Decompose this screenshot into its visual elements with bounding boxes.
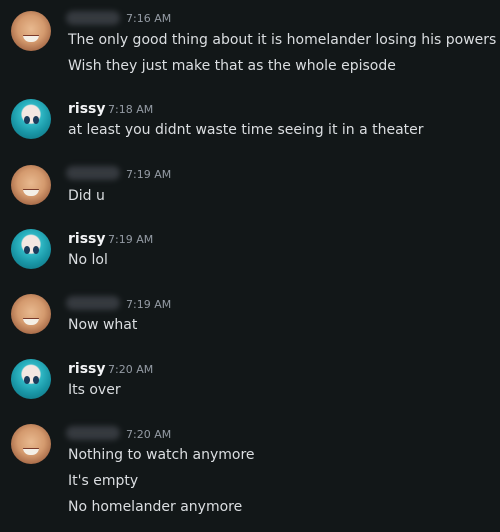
message-text: No lol bbox=[68, 252, 108, 268]
avatar[interactable] bbox=[11, 359, 51, 399]
redacted-username[interactable] bbox=[66, 11, 120, 25]
redacted-username[interactable] bbox=[66, 166, 120, 180]
username[interactable]: rissy bbox=[68, 230, 106, 248]
timestamp: 7:20 AM bbox=[126, 428, 172, 441]
username[interactable]: rissy bbox=[68, 100, 106, 118]
message-text: It's empty bbox=[68, 473, 139, 489]
avatar[interactable] bbox=[11, 229, 51, 269]
message-text: Its over bbox=[68, 382, 121, 398]
timestamp: 7:18 AM bbox=[108, 103, 154, 116]
message-text: Wish they just make that as the whole ep… bbox=[68, 58, 396, 74]
timestamp: 7:19 AM bbox=[126, 168, 172, 181]
message-text: at least you didnt waste time seeing it … bbox=[68, 122, 424, 138]
message-text: Nothing to watch anymore bbox=[68, 447, 255, 463]
avatar[interactable] bbox=[11, 11, 51, 51]
timestamp: 7:19 AM bbox=[126, 298, 172, 311]
avatar[interactable] bbox=[11, 99, 51, 139]
redacted-username[interactable] bbox=[66, 296, 120, 310]
avatar[interactable] bbox=[11, 165, 51, 205]
timestamp: 7:16 AM bbox=[126, 12, 172, 25]
timestamp: 7:20 AM bbox=[108, 363, 154, 376]
timestamp: 7:19 AM bbox=[108, 233, 154, 246]
username[interactable]: rissy bbox=[68, 360, 106, 378]
message-text: No homelander anymore bbox=[68, 499, 243, 515]
message-text: Now what bbox=[68, 317, 138, 333]
message-text: Did u bbox=[68, 188, 105, 204]
message-text: The only good thing about it is homeland… bbox=[68, 32, 497, 48]
avatar[interactable] bbox=[11, 294, 51, 334]
avatar[interactable] bbox=[11, 424, 51, 464]
redacted-username[interactable] bbox=[66, 426, 120, 440]
